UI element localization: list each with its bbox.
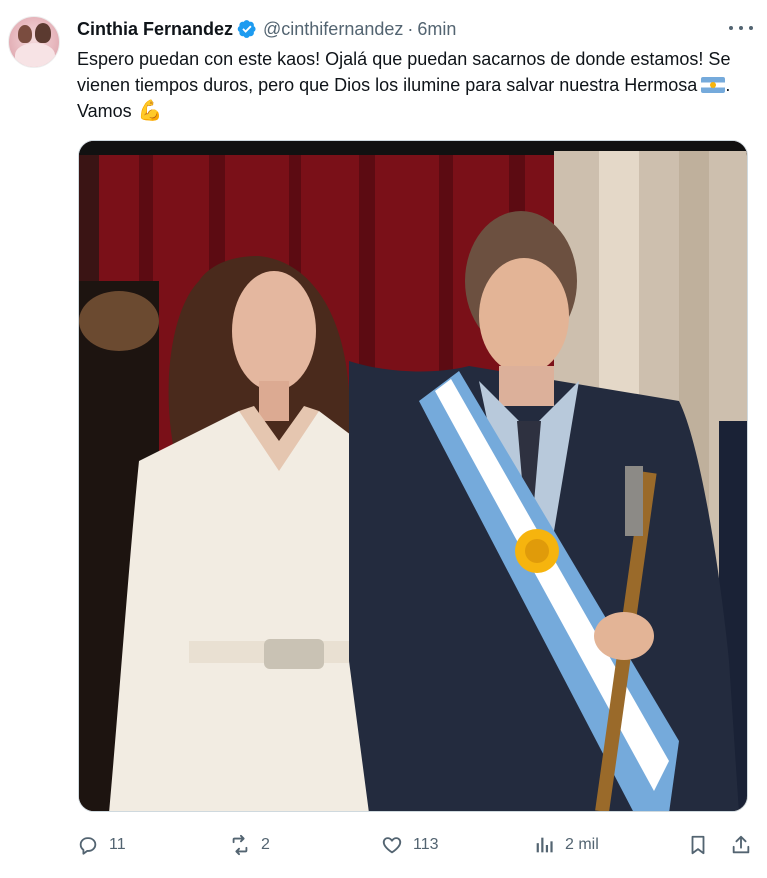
views-chart-icon [536, 837, 553, 853]
more-options-icon[interactable] [729, 18, 753, 38]
action-bar: 11 2 113 2 mil [77, 830, 757, 860]
argentina-flag-icon [701, 77, 726, 93]
avatar[interactable] [8, 16, 60, 68]
author-handle[interactable]: @cinthifernandez [263, 19, 403, 40]
author-name[interactable]: Cinthia Fernandez [77, 19, 233, 40]
bookmark-button[interactable] [687, 830, 709, 860]
tweet-text-part1: Espero puedan con este kaos! Ojalá que p… [77, 49, 731, 95]
tweet-header: Cinthia Fernandez @cinthifernandez · 6mi… [77, 17, 456, 41]
share-button[interactable] [730, 830, 752, 860]
heart-icon [382, 837, 402, 854]
avatar-figure [35, 23, 51, 43]
views-button[interactable]: 2 mil [533, 830, 599, 860]
repost-button[interactable]: 2 [229, 830, 270, 860]
timestamp[interactable]: 6min [417, 19, 456, 40]
repost-icon [232, 834, 248, 856]
reply-count: 11 [109, 836, 126, 853]
views-count: 2 mil [565, 836, 599, 853]
tweet-photo[interactable] [78, 140, 748, 812]
reply-button[interactable]: 11 [77, 830, 126, 860]
bookmark-icon [691, 835, 705, 855]
flexed-biceps-icon: 💪 [137, 100, 163, 122]
avatar-figure [15, 43, 55, 67]
like-count: 113 [413, 836, 439, 853]
like-button[interactable]: 113 [381, 830, 439, 860]
avatar-figure [18, 25, 32, 43]
separator-dot: · [407, 18, 414, 39]
share-icon [732, 835, 750, 854]
tweet[interactable]: Cinthia Fernandez @cinthifernandez · 6mi… [0, 0, 767, 878]
tweet-text: Espero puedan con este kaos! Ojalá que p… [77, 46, 745, 124]
verified-badge-icon[interactable] [237, 19, 257, 39]
reply-icon [79, 837, 97, 855]
repost-count: 2 [261, 836, 270, 853]
photo-illustration [79, 141, 747, 811]
